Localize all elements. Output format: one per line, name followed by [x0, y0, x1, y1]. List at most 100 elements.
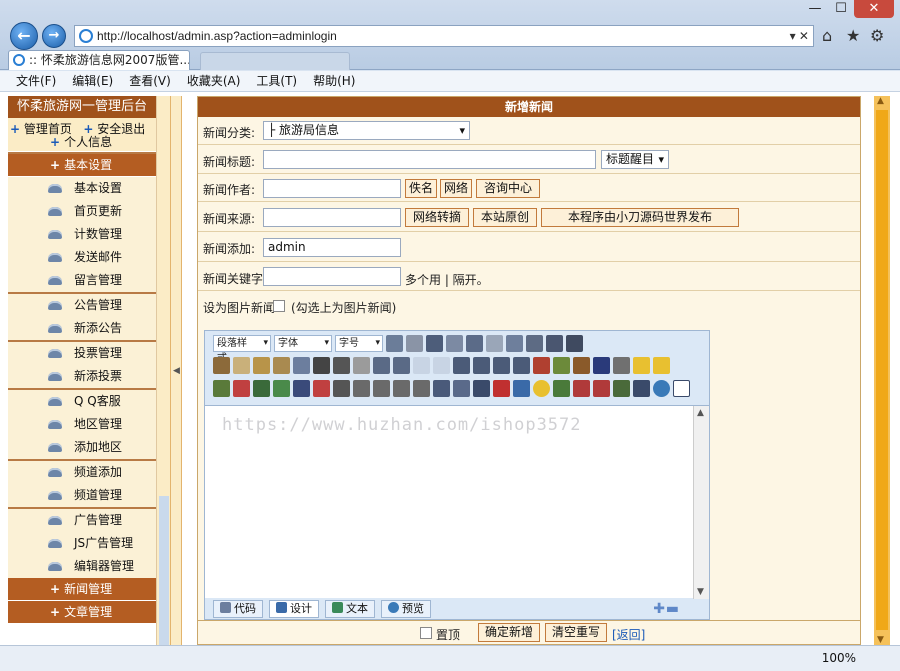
category-select[interactable]: ├ 旅游局信息	[263, 121, 470, 140]
globe-icon[interactable]	[653, 380, 670, 397]
eraser-icon[interactable]	[353, 357, 370, 374]
insert-frame-icon[interactable]	[353, 380, 370, 397]
author-web-button[interactable]: 网络	[440, 179, 472, 198]
yellow-box-icon[interactable]	[633, 357, 650, 374]
info-icon[interactable]	[673, 380, 690, 397]
insert-media-icon[interactable]	[253, 380, 270, 397]
sidebar-item-js-ad-manage[interactable]: JS广告管理	[8, 532, 156, 555]
frame-splitter[interactable]: ◀	[170, 96, 182, 645]
font-dropdown[interactable]: 字体	[274, 335, 332, 352]
sidebar-section-article[interactable]: + 文章管理	[8, 601, 156, 624]
menu-edit[interactable]: 编辑(E)	[64, 71, 121, 91]
close-button[interactable]: ✕	[854, 0, 894, 18]
sidebar-item-basic-settings[interactable]: 基本设置	[8, 177, 156, 200]
minimize-button[interactable]: —	[802, 0, 828, 18]
superscript-icon[interactable]	[466, 335, 483, 352]
title-style-select[interactable]: 标题醒目	[601, 150, 669, 169]
undo-icon[interactable]	[373, 357, 390, 374]
highlight-icon[interactable]	[593, 357, 610, 374]
sidebar-item-editor-manage[interactable]: 编辑器管理	[8, 555, 156, 578]
title-input[interactable]	[263, 150, 596, 169]
main-scroll-up-icon[interactable]: ▲	[877, 96, 884, 106]
border-icon[interactable]	[613, 357, 630, 374]
author-input[interactable]	[263, 179, 401, 198]
insert-word-icon[interactable]	[593, 380, 610, 397]
author-anon-button[interactable]: 佚名	[405, 179, 437, 198]
cut-icon[interactable]	[213, 357, 230, 374]
insert-hr-icon[interactable]	[393, 380, 410, 397]
insert-grid-icon[interactable]	[333, 380, 350, 397]
bg-color-icon[interactable]	[553, 357, 570, 374]
sidebar-scrollbar[interactable]	[156, 96, 170, 646]
source-input[interactable]	[263, 208, 401, 227]
tools-gear-icon[interactable]: ⚙	[870, 26, 884, 45]
sidebar-item-qq-service[interactable]: Q Q客服	[8, 390, 156, 413]
image-news-checkbox[interactable]	[273, 300, 285, 312]
sidebar-section-news[interactable]: + 新闻管理	[8, 578, 156, 601]
insert-link-icon[interactable]	[473, 380, 490, 397]
insert-table-icon[interactable]	[293, 380, 310, 397]
menu-favorites[interactable]: 收藏夹(A)	[179, 71, 249, 91]
export-icon[interactable]	[613, 380, 630, 397]
fullscreen-icon[interactable]	[633, 380, 650, 397]
insert-date-icon[interactable]	[433, 380, 450, 397]
menu-file[interactable]: 文件(F)	[8, 71, 64, 91]
insert-flash-icon[interactable]	[233, 380, 250, 397]
source-original-button[interactable]: 本站原创	[473, 208, 537, 227]
menu-help[interactable]: 帮助(H)	[305, 71, 363, 91]
paste-word-icon[interactable]	[293, 357, 310, 374]
scroll-up-icon[interactable]: ▲	[697, 408, 704, 418]
outdent-icon[interactable]	[513, 357, 530, 374]
sidebar-item-channel-add[interactable]: 频道添加	[8, 461, 156, 484]
emoticon-icon[interactable]	[533, 380, 550, 397]
sidebar-item-ad-manage[interactable]: 广告管理	[8, 509, 156, 532]
insert-marquee-icon[interactable]	[313, 380, 330, 397]
sidebar-item-notice-manage[interactable]: 公告管理	[8, 294, 156, 317]
keywords-input[interactable]	[263, 267, 401, 286]
underline-icon[interactable]	[426, 335, 443, 352]
address-bar[interactable]: http://localhost/admin.asp?action=adminl…	[74, 25, 814, 47]
insert-special-icon[interactable]	[413, 380, 430, 397]
shrink-editor-icon[interactable]: ▬	[666, 601, 679, 617]
back-link[interactable]: [返回]	[612, 626, 645, 643]
sidebar-item-region-manage[interactable]: 地区管理	[8, 413, 156, 436]
text-color-icon[interactable]	[533, 357, 550, 374]
sidebar-item-region-add[interactable]: 添加地区	[8, 436, 156, 459]
subscript-icon[interactable]	[486, 335, 503, 352]
indent-icon[interactable]	[493, 357, 510, 374]
block-color-icon[interactable]	[573, 357, 590, 374]
bold-icon[interactable]	[386, 335, 403, 352]
sidebar-item-vote-add[interactable]: 新添投票	[8, 365, 156, 388]
collapse-arrow-icon[interactable]: ◀	[173, 366, 180, 376]
insert-ppt-icon[interactable]	[573, 380, 590, 397]
insert-anchor-icon[interactable]	[513, 380, 530, 397]
active-tab[interactable]: :: 怀柔旅游信息网2007版管...	[8, 50, 190, 70]
address-tools[interactable]: ▾ ✕	[790, 26, 809, 46]
maximize-button[interactable]: ☐	[828, 0, 854, 18]
sidebar-item-counter[interactable]: 计数管理	[8, 223, 156, 246]
mode-code-tab[interactable]: 代码	[213, 600, 263, 618]
mode-preview-tab[interactable]: 预览	[381, 600, 431, 618]
back-button[interactable]: ←	[10, 22, 38, 50]
italic-icon[interactable]	[406, 335, 423, 352]
sidebar-item-channel-manage[interactable]: 频道管理	[8, 484, 156, 507]
sidebar-item-guestbook[interactable]: 留言管理	[8, 269, 156, 292]
align-left-icon[interactable]	[506, 335, 523, 352]
mode-design-tab[interactable]: 设计	[269, 600, 319, 618]
mode-text-tab[interactable]: 文本	[325, 600, 375, 618]
sidebar-item-vote-manage[interactable]: 投票管理	[8, 342, 156, 365]
menu-view[interactable]: 查看(V)	[121, 71, 179, 91]
top-checkbox[interactable]	[420, 627, 432, 639]
reset-button[interactable]: 清空重写	[545, 623, 607, 642]
main-scrollbar[interactable]: ▲ ▼	[874, 96, 890, 645]
insert-file-icon[interactable]	[373, 380, 390, 397]
zoom-level[interactable]: 100%	[822, 651, 856, 665]
editor-scrollbar[interactable]: ▲ ▼	[693, 406, 709, 599]
sidebar-item-home-update[interactable]: 首页更新	[8, 200, 156, 223]
main-scroll-down-icon[interactable]: ▼	[877, 635, 884, 645]
insert-upload-icon[interactable]	[273, 380, 290, 397]
find-icon[interactable]	[313, 357, 330, 374]
insert-web-icon[interactable]	[453, 380, 470, 397]
home-icon[interactable]: ⌂	[822, 26, 832, 45]
unordered-list-icon[interactable]	[473, 357, 490, 374]
